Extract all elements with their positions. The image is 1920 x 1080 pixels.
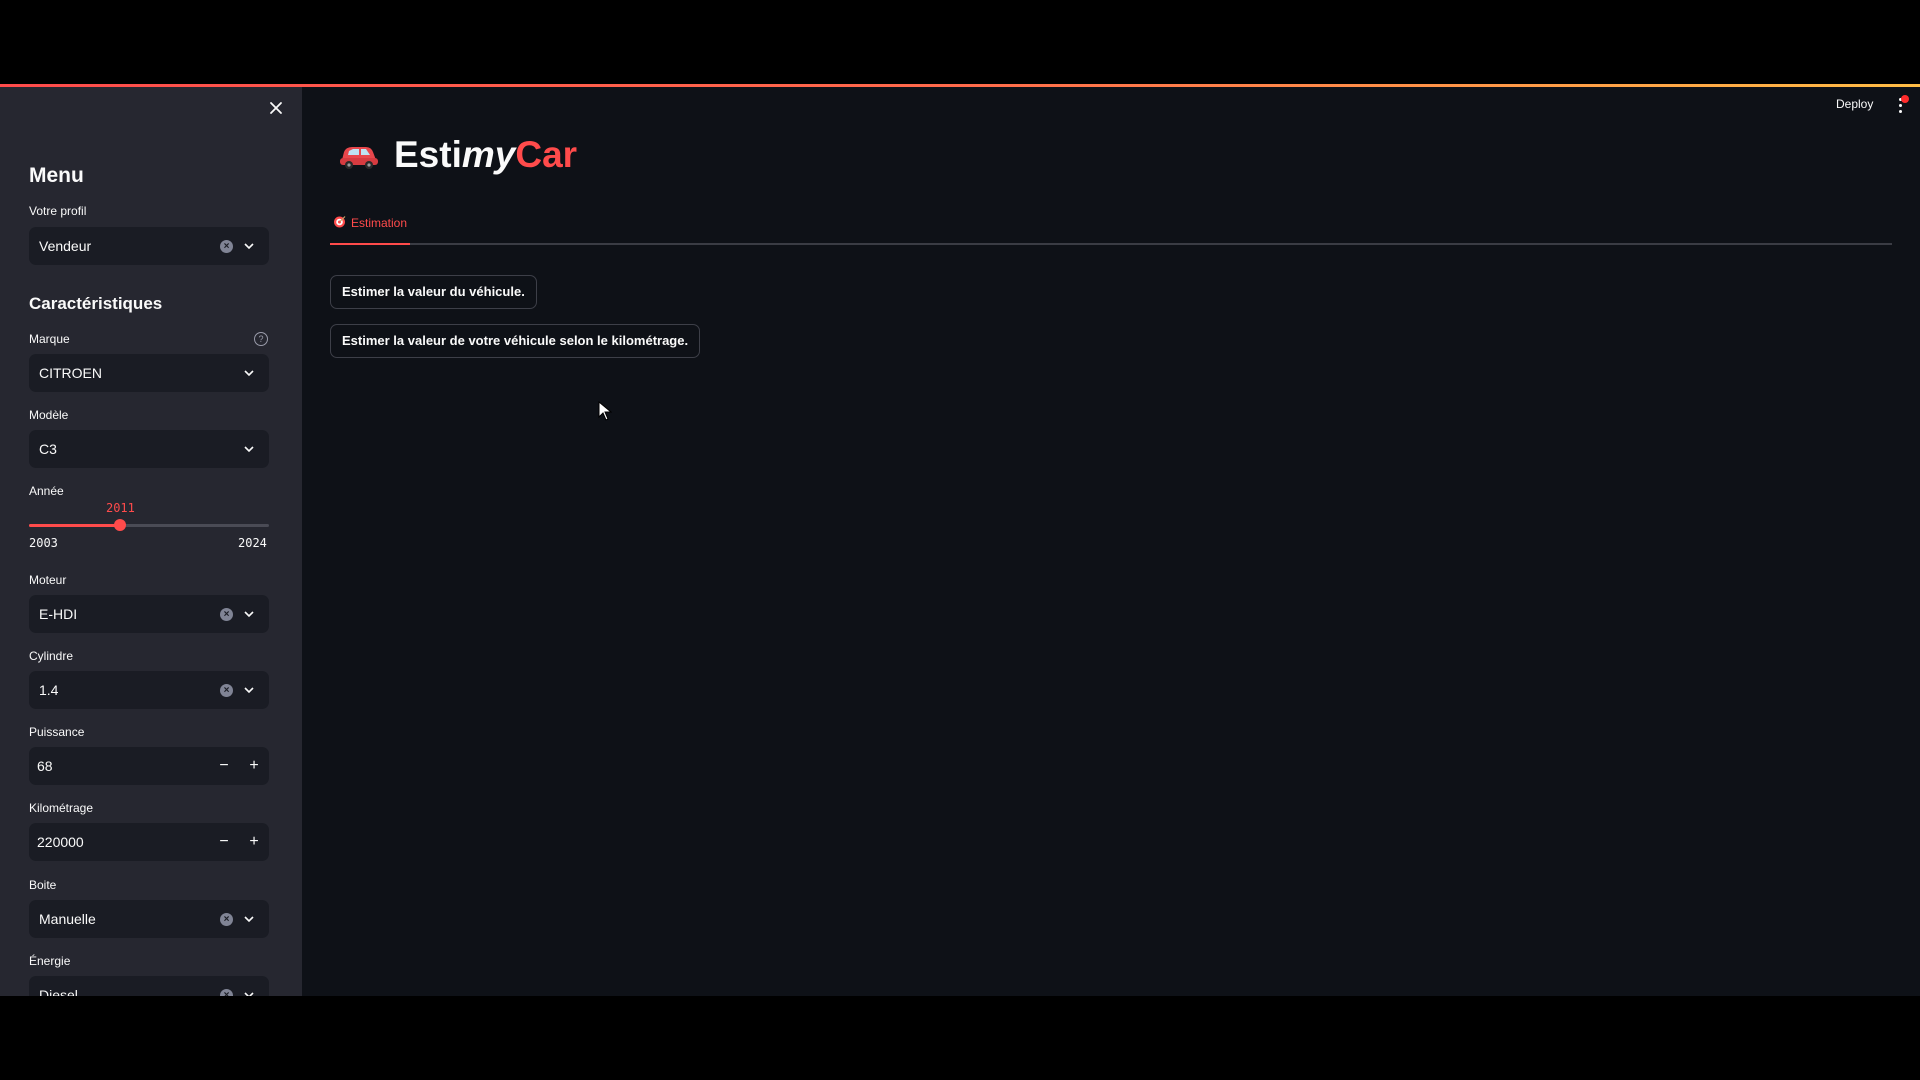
app-window: Menu Votre profil Vendeur × Caractéristi…	[0, 84, 1920, 996]
menu-heading: Menu	[29, 164, 84, 187]
title-part-my: my	[461, 134, 516, 175]
energie-value: Diesel	[39, 987, 78, 996]
help-icon[interactable]: ?	[254, 332, 268, 346]
chevron-down-icon	[244, 370, 254, 377]
decrement-button[interactable]: −	[209, 823, 239, 861]
main-content: Deploy Esti my Car Estimation Estimer la…	[302, 84, 1920, 996]
sidebar: Menu Votre profil Vendeur × Caractéristi…	[0, 84, 302, 996]
tab-bar	[330, 243, 1892, 245]
moteur-select[interactable]: E-HDI ×	[29, 595, 269, 633]
increment-button[interactable]: +	[239, 823, 269, 861]
chevron-down-icon	[244, 916, 254, 923]
chevron-down-icon	[244, 992, 254, 996]
puissance-value: 68	[37, 758, 53, 774]
modele-select[interactable]: C3	[29, 430, 269, 468]
chevron-down-icon	[244, 446, 254, 453]
profile-value: Vendeur	[39, 238, 92, 254]
characteristics-heading: Caractéristiques	[29, 294, 163, 313]
kilometrage-label: Kilométrage	[29, 801, 94, 815]
tab-estimation[interactable]: Estimation	[330, 215, 411, 245]
tab-active-indicator	[330, 243, 411, 245]
kilometrage-input[interactable]: 220000 − +	[29, 823, 269, 861]
kilometrage-value: 220000	[37, 834, 84, 850]
slider-min: 2003	[29, 536, 58, 550]
top-decoration-line	[0, 84, 1920, 87]
estimate-by-km-button[interactable]: Estimer la valeur de votre véhicule selo…	[330, 324, 701, 358]
moteur-value: E-HDI	[39, 606, 78, 622]
marque-value: CITROEN	[39, 365, 102, 381]
car-icon	[340, 147, 378, 169]
clear-icon[interactable]: ×	[220, 989, 233, 996]
profile-label: Votre profil	[29, 204, 87, 218]
annee-slider[interactable]: 2011	[29, 501, 269, 531]
energie-select[interactable]: Diesel ×	[29, 976, 269, 996]
moteur-label: Moteur	[29, 573, 67, 587]
target-icon	[334, 216, 346, 228]
puissance-label: Puissance	[29, 725, 85, 739]
slider-current-value: 2011	[105, 501, 135, 515]
energie-label: Énergie	[29, 954, 71, 968]
boite-select[interactable]: Manuelle ×	[29, 900, 269, 938]
modele-value: C3	[39, 441, 57, 457]
increment-button[interactable]: +	[239, 747, 269, 785]
tab-label: Estimation	[351, 216, 408, 230]
annee-label: Année	[29, 484, 64, 498]
title-part-esti: Esti	[394, 134, 462, 175]
profile-select[interactable]: Vendeur ×	[29, 227, 269, 265]
cylindre-value: 1.4	[39, 682, 59, 698]
cylindre-select[interactable]: 1.4 ×	[29, 671, 269, 709]
puissance-input[interactable]: 68 − +	[29, 747, 269, 785]
slider-thumb[interactable]	[114, 519, 127, 531]
notification-badge	[1901, 95, 1909, 103]
clear-icon[interactable]: ×	[220, 913, 233, 926]
slider-fill	[29, 524, 121, 527]
marque-label: Marque	[29, 332, 70, 346]
title-part-car: Car	[515, 134, 578, 175]
estimate-value-button[interactable]: Estimer la valeur du véhicule.	[330, 275, 537, 309]
clear-icon[interactable]: ×	[220, 608, 233, 621]
deploy-button[interactable]: Deploy	[1836, 97, 1873, 111]
clear-icon[interactable]: ×	[220, 240, 233, 253]
cylindre-label: Cylindre	[29, 649, 74, 663]
boite-label: Boite	[29, 878, 57, 892]
mouse-cursor-icon	[598, 401, 612, 421]
decrement-button[interactable]: −	[209, 747, 239, 785]
slider-max: 2024	[238, 536, 267, 550]
clear-icon[interactable]: ×	[220, 684, 233, 697]
menu-icon[interactable]	[1895, 95, 1909, 114]
chevron-down-icon	[244, 611, 254, 618]
page-title: Esti my Car	[338, 134, 577, 176]
chevron-down-icon	[244, 687, 254, 694]
marque-select[interactable]: CITROEN	[29, 354, 269, 392]
boite-value: Manuelle	[39, 911, 96, 927]
close-icon[interactable]	[266, 98, 286, 118]
chevron-down-icon	[244, 243, 254, 250]
modele-label: Modèle	[29, 408, 69, 422]
